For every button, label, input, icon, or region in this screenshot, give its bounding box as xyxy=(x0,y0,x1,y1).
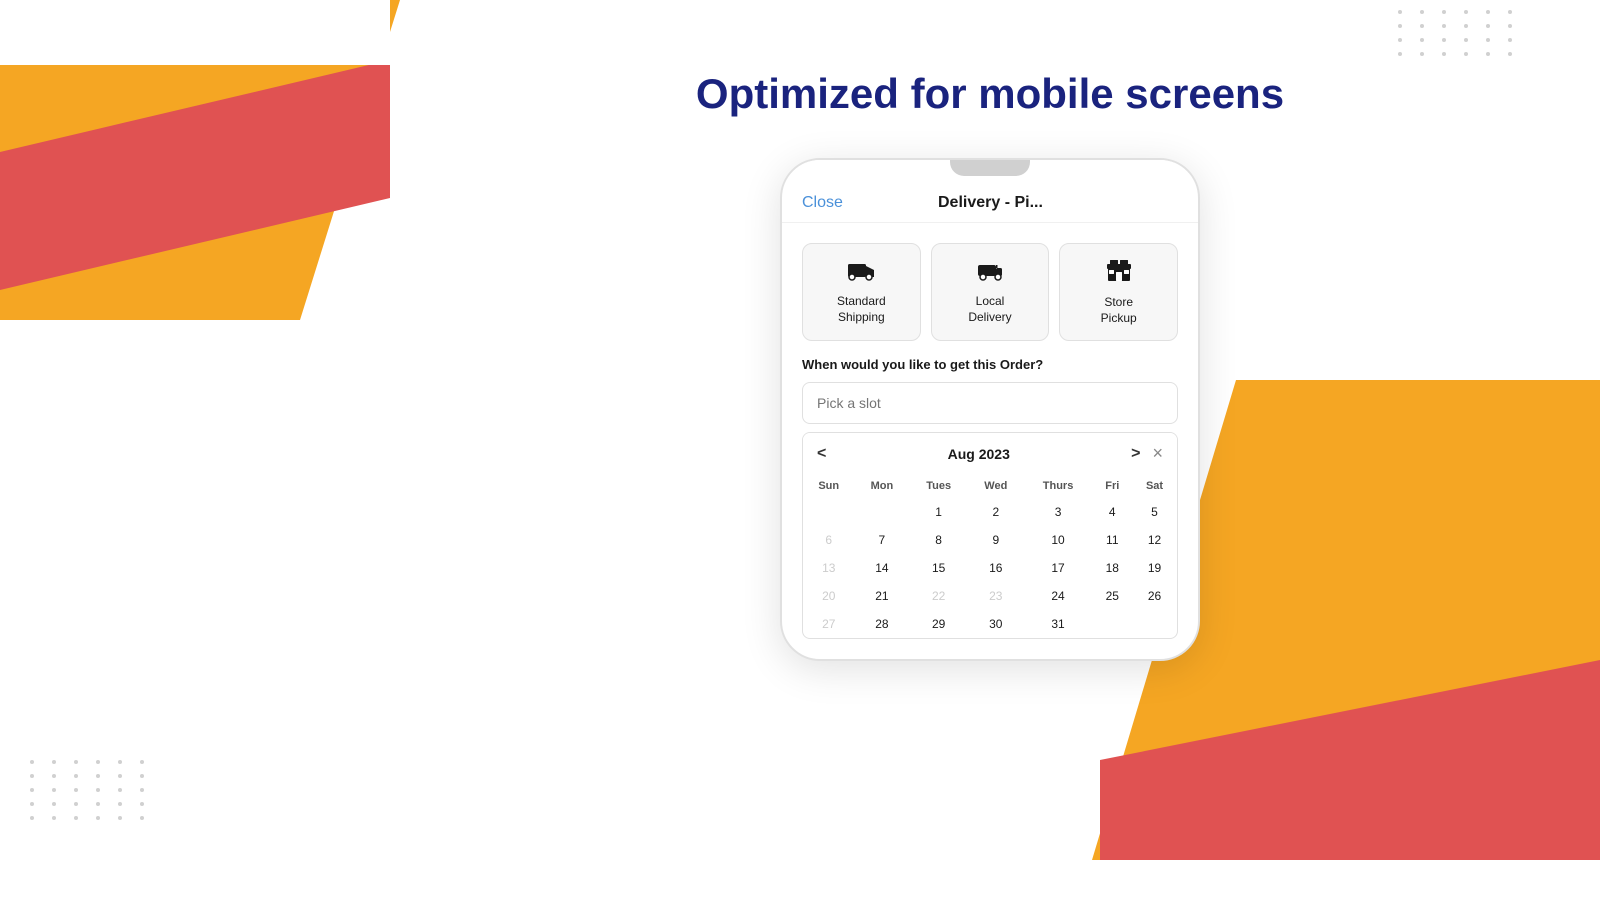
calendar-day xyxy=(854,498,909,526)
store-pickup-icon xyxy=(1106,258,1132,289)
calendar-day: 23 xyxy=(968,582,1024,610)
calendar-day xyxy=(803,498,854,526)
calendar-prev-button[interactable]: < xyxy=(817,445,826,463)
calendar-day[interactable]: 21 xyxy=(854,582,909,610)
close-button[interactable]: Close xyxy=(802,194,843,212)
calendar-week-row: 20212223242526 xyxy=(803,582,1177,610)
calendar-day[interactable]: 3 xyxy=(1024,498,1093,526)
calendar-day[interactable]: 9 xyxy=(968,526,1024,554)
white-notch-overlay xyxy=(0,0,390,65)
delivery-option-local[interactable]: LocalDelivery xyxy=(931,243,1050,341)
phone-notch xyxy=(950,160,1030,176)
delivery-options: StandardShipping LocalDelivery xyxy=(782,223,1198,341)
when-section: When would you like to get this Order? xyxy=(782,341,1198,424)
calendar-day: 20 xyxy=(803,582,854,610)
calendar-day[interactable]: 28 xyxy=(854,610,909,638)
phone-header: Close Delivery - Pi... xyxy=(782,178,1198,223)
calendar-day xyxy=(1093,610,1132,638)
calendar-week-row: 13141516171819 xyxy=(803,554,1177,582)
local-delivery-icon xyxy=(976,259,1004,288)
calendar-day[interactable]: 26 xyxy=(1132,582,1177,610)
calendar-day[interactable]: 14 xyxy=(854,554,909,582)
cal-day-thu: Thurs xyxy=(1024,474,1093,498)
calendar-header: < Aug 2023 > × xyxy=(803,433,1177,474)
calendar-day[interactable]: 7 xyxy=(854,526,909,554)
page-title: Optimized for mobile screens xyxy=(696,70,1284,118)
calendar-day[interactable]: 1 xyxy=(909,498,968,526)
calendar-week-row: 12345 xyxy=(803,498,1177,526)
calendar-day[interactable]: 31 xyxy=(1024,610,1093,638)
main-content: Optimized for mobile screens Close Deliv… xyxy=(380,0,1600,900)
calendar-day[interactable]: 16 xyxy=(968,554,1024,582)
when-label: When would you like to get this Order? xyxy=(802,357,1178,372)
calendar-day: 27 xyxy=(803,610,854,638)
calendar-week-row: 6789101112 xyxy=(803,526,1177,554)
calendar-day xyxy=(1132,610,1177,638)
calendar-day[interactable]: 10 xyxy=(1024,526,1093,554)
phone-mockup: Close Delivery - Pi... StandardShipping xyxy=(780,158,1200,661)
cal-day-sat: Sat xyxy=(1132,474,1177,498)
standard-shipping-label: StandardShipping xyxy=(837,294,886,325)
calendar-day[interactable]: 17 xyxy=(1024,554,1093,582)
delivery-option-standard[interactable]: StandardShipping xyxy=(802,243,921,341)
dots-bottom-left xyxy=(30,760,152,820)
calendar-day[interactable]: 24 xyxy=(1024,582,1093,610)
calendar-day[interactable]: 12 xyxy=(1132,526,1177,554)
calendar-day[interactable]: 25 xyxy=(1093,582,1132,610)
calendar-day[interactable]: 30 xyxy=(968,610,1024,638)
calendar-close-button[interactable]: × xyxy=(1152,443,1163,464)
calendar-day[interactable]: 11 xyxy=(1093,526,1132,554)
delivery-option-store[interactable]: StorePickup xyxy=(1059,243,1178,341)
calendar-day[interactable]: 18 xyxy=(1093,554,1132,582)
cal-day-fri: Fri xyxy=(1093,474,1132,498)
calendar-day[interactable]: 2 xyxy=(968,498,1024,526)
cal-day-wed: Wed xyxy=(968,474,1024,498)
calendar-month: Aug 2023 xyxy=(948,446,1010,462)
calendar-day: 22 xyxy=(909,582,968,610)
local-delivery-label: LocalDelivery xyxy=(968,294,1011,325)
calendar-days-row: Sun Mon Tues Wed Thurs Fri Sat xyxy=(803,474,1177,498)
cal-day-sun: Sun xyxy=(803,474,854,498)
standard-shipping-icon xyxy=(847,259,875,288)
cal-day-mon: Mon xyxy=(854,474,909,498)
calendar-day[interactable]: 8 xyxy=(909,526,968,554)
cal-day-tue: Tues xyxy=(909,474,968,498)
calendar-next-button[interactable]: > xyxy=(1131,445,1140,463)
calendar-day[interactable]: 19 xyxy=(1132,554,1177,582)
calendar-day: 13 xyxy=(803,554,854,582)
calendar-day[interactable]: 29 xyxy=(909,610,968,638)
calendar-container: < Aug 2023 > × Sun Mon Tues Wed Thurs Fr… xyxy=(802,432,1178,639)
slot-input[interactable] xyxy=(802,382,1178,424)
calendar-day: 6 xyxy=(803,526,854,554)
calendar-day[interactable]: 15 xyxy=(909,554,968,582)
calendar-grid: Sun Mon Tues Wed Thurs Fri Sat 123456789… xyxy=(803,474,1177,638)
calendar-day[interactable]: 4 xyxy=(1093,498,1132,526)
store-pickup-label: StorePickup xyxy=(1101,295,1137,326)
calendar-week-row: 2728293031 xyxy=(803,610,1177,638)
calendar-day[interactable]: 5 xyxy=(1132,498,1177,526)
header-title: Delivery - Pi... xyxy=(938,194,1043,212)
